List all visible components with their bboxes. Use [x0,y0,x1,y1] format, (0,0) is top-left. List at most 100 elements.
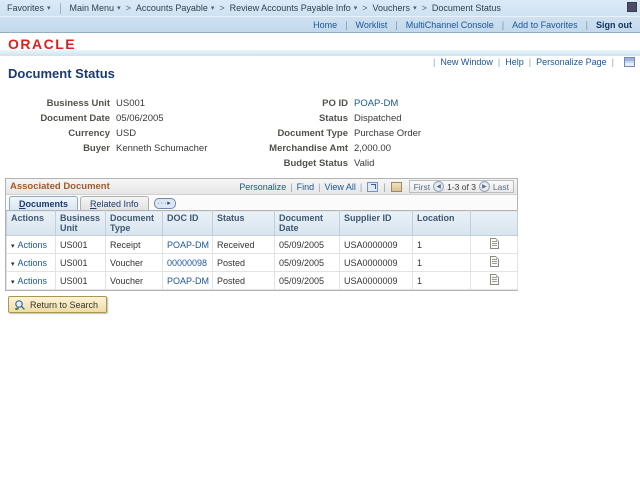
field-label: Document Type [205,128,348,139]
cell-document-date: 05/09/2005 [275,272,340,290]
divider: | [586,20,588,30]
doc-id-link[interactable]: POAP-DM [167,276,209,286]
return-to-search-button[interactable]: Return to Search [8,296,107,313]
field-value: Purchase Order [354,128,421,139]
doc-id-link[interactable]: 00000098 [167,258,207,268]
personalize-page-link[interactable]: Personalize Page [536,57,607,67]
find-link[interactable]: Find [297,182,315,192]
field-value: Kenneth Schumacher [116,143,207,154]
grid-title: Associated Document [10,181,110,192]
view-document-icon[interactable] [490,238,499,249]
home-link[interactable]: Home [313,20,337,30]
help-link[interactable]: Help [505,57,524,67]
breadcrumb-label: Vouchers [373,3,411,13]
sign-out-link[interactable]: Sign out [596,20,632,30]
cell-status: Posted [213,254,275,272]
cell-document-type: Voucher [106,272,163,290]
divider: | [498,57,500,67]
page-layout-icon[interactable] [624,57,635,67]
cell-business-unit: US001 [56,272,106,290]
breadcrumb-main-menu[interactable]: Main Menu ▾ [70,3,121,13]
breadcrumb-accounts-payable[interactable]: Accounts Payable ▾ [136,3,215,13]
divider: | [529,57,531,67]
multichannel-console-link[interactable]: MultiChannel Console [406,20,494,30]
new-window-link[interactable]: New Window [440,57,493,67]
return-to-search-icon [14,299,26,311]
cell-supplier-id: USA0000009 [340,254,413,272]
cell-business-unit: US001 [56,254,106,272]
field-label: Status [205,113,348,124]
cell-status: Posted [213,272,275,290]
personalize-link[interactable]: Personalize [239,182,286,192]
chevron-down-icon: ▾ [47,5,51,12]
tab-documents[interactable]: Documents [9,196,78,210]
field-buyer: Buyer Kenneth Schumacher [8,141,207,156]
pager-last-link[interactable]: Last [493,182,509,192]
view-document-icon[interactable] [490,256,499,267]
worklist-link[interactable]: Worklist [356,20,388,30]
row-actions-caret-icon[interactable]: ▾ [11,261,15,268]
po-id-link[interactable]: POAP-DM [354,98,398,109]
next-row-icon[interactable]: ▶ [479,181,490,192]
tab-related-info[interactable]: Related Info [80,196,149,210]
download-to-excel-icon[interactable] [367,182,378,192]
view-all-link[interactable]: View All [325,182,356,192]
doc-id-link[interactable]: POAP-DM [167,240,209,250]
breadcrumb-label: Main Menu [70,3,115,13]
documents-table: Actions Business Unit Document Type DOC … [6,210,518,290]
cell-document-type: Voucher [106,254,163,272]
favorites-menu[interactable]: Favorites ▾ [7,3,51,13]
show-all-columns-icon[interactable]: ···▸ [154,198,176,209]
field-currency: Currency USD [8,126,207,141]
field-label: Document Date [8,113,110,124]
chevron-down-icon: ▾ [211,5,215,12]
field-budget-status: Budget Status Valid [205,156,421,171]
col-doc-id: DOC ID [163,211,213,236]
breadcrumb-label: Document Status [432,3,501,13]
cell-location: 1 [413,272,471,290]
cell-business-unit: US001 [56,236,106,254]
zoom-grid-icon[interactable] [391,182,402,192]
view-document-icon[interactable] [490,274,499,285]
field-status: Status Dispatched [205,111,421,126]
table-row: ▾Actions US001 Voucher 00000098 Posted 0… [7,254,518,272]
chevron-down-icon: ▾ [117,5,121,12]
table-row: ▾Actions US001 Voucher POAP-DM Posted 05… [7,272,518,290]
field-group-right: PO ID POAP-DM Status Dispatched Document… [205,96,421,171]
breadcrumb-document-status: Document Status [432,3,501,13]
field-value: Dispatched [354,113,402,124]
tab-label: elated Info [97,199,139,209]
col-supplier-id: Supplier ID [340,211,413,236]
row-actions-caret-icon[interactable]: ▾ [11,279,15,286]
divider: | [360,182,362,192]
cell-supplier-id: USA0000009 [340,236,413,254]
breadcrumb-separator: > [422,3,427,13]
add-to-favorites-link[interactable]: Add to Favorites [512,20,578,30]
field-document-date: Document Date 05/06/2005 [8,111,207,126]
return-to-search-label: Return to Search [30,300,98,310]
row-actions-link[interactable]: Actions [18,276,48,286]
cell-document-type: Receipt [106,236,163,254]
breadcrumb-label: Review Accounts Payable Info [230,3,351,13]
previous-row-icon[interactable]: ◀ [433,181,444,192]
chevron-down-icon: ▾ [354,5,358,12]
divider: | [612,57,614,67]
breadcrumb-review-ap-info[interactable]: Review Accounts Payable Info ▾ [230,3,358,13]
col-status: Status [213,211,275,236]
breadcrumb-vouchers[interactable]: Vouchers ▾ [373,3,417,13]
field-value: 05/06/2005 [116,113,164,124]
table-header-row: Actions Business Unit Document Type DOC … [7,211,518,236]
field-business-unit: Business Unit US001 [8,96,207,111]
field-po-id: PO ID POAP-DM [205,96,421,111]
table-row: ▾Actions US001 Receipt POAP-DM Received … [7,236,518,254]
field-document-type: Document Type Purchase Order [205,126,421,141]
row-actions-link[interactable]: Actions [18,240,48,250]
associated-document-grid: Associated Document Personalize | Find |… [5,178,518,291]
row-actions-link[interactable]: Actions [18,258,48,268]
row-actions-caret-icon[interactable]: ▾ [11,243,15,250]
field-value: 2,000.00 [354,143,391,154]
pager-first-link[interactable]: First [414,182,431,192]
field-value: USD [116,128,136,139]
divider: | [383,182,385,192]
pager-range: 1-3 of 3 [447,182,476,192]
